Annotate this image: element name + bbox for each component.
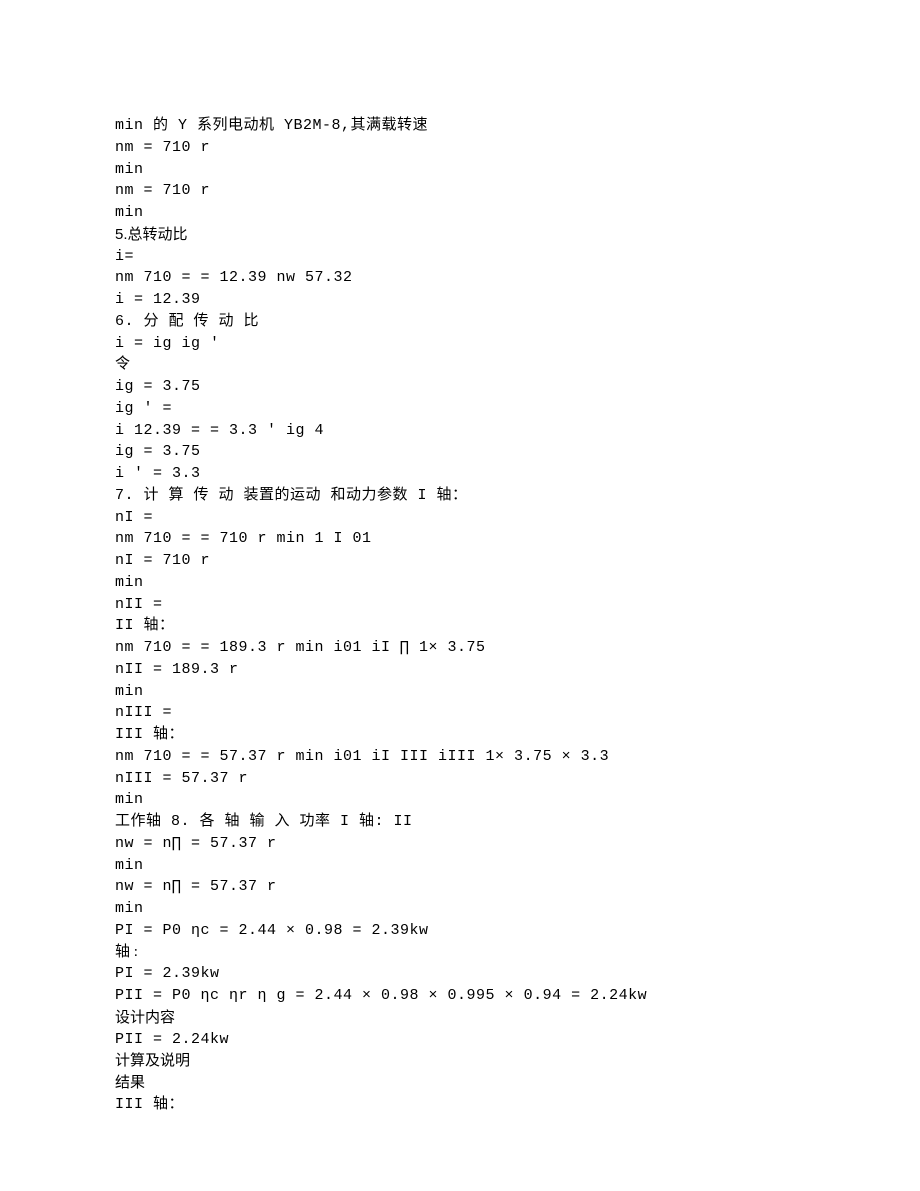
text-line: II 轴： [115,615,805,637]
text-line: nIII = [115,702,805,724]
text-line: PII = P0 ηc ηr η g = 2.44 × 0.98 × 0.995… [115,985,805,1007]
text-line: i ' = 3.3 [115,463,805,485]
text-line: ig = 3.75 [115,441,805,463]
text-line: nm 710 = = 710 r min 1 I 01 [115,528,805,550]
text-line: nm 710 = = 189.3 r min i01 iI ∏ 1× 3.75 [115,637,805,659]
document-body: min 的 Y 系列电动机 YB2M-8,其满载转速nm = 710 rminn… [115,115,805,1116]
text-line: PII = 2.24kw [115,1029,805,1051]
text-line: min [115,898,805,920]
text-line: nm = 710 r [115,137,805,159]
text-line: min [115,202,805,224]
text-line: min [115,572,805,594]
text-line: i = ig ig ' [115,333,805,355]
text-line: nw = n∏ = 57.37 r [115,833,805,855]
text-line: nm 710 = = 57.37 r min i01 iI III iIII 1… [115,746,805,768]
text-line: min [115,681,805,703]
text-line: nII = [115,594,805,616]
text-line: PI = 2.39kw [115,963,805,985]
text-line: nm 710 = = 12.39 nw 57.32 [115,267,805,289]
text-line: nI = 710 r [115,550,805,572]
text-line: i 12.39 = = 3.3 ' ig 4 [115,420,805,442]
text-line: min [115,855,805,877]
text-line: PI = P0 ηc = 2.44 × 0.98 = 2.39kw [115,920,805,942]
text-line: III 轴： [115,1094,805,1116]
text-line: nII = 189.3 r [115,659,805,681]
text-line: nI = [115,507,805,529]
text-line: i = 12.39 [115,289,805,311]
text-line: 设计内容 [115,1007,805,1029]
text-line: i= [115,246,805,268]
text-line: 轴 : [115,942,805,964]
text-line: nIII = 57.37 r [115,768,805,790]
text-line: 6. 分 配 传 动 比 [115,311,805,333]
text-line: 7. 计 算 传 动 装置的运动 和动力参数 I 轴： [115,485,805,507]
text-line: 计算及说明 [115,1050,805,1072]
text-line: min [115,159,805,181]
text-line: min [115,789,805,811]
text-line: min 的 Y 系列电动机 YB2M-8,其满载转速 [115,115,805,137]
text-line: 5.总转动比 [115,224,805,246]
text-line: 结果 [115,1072,805,1094]
text-line: ig = 3.75 [115,376,805,398]
text-line: 工作轴 8. 各 轴 输 入 功率 I 轴: II [115,811,805,833]
text-line: nw = n∏ = 57.37 r [115,876,805,898]
text-line: ig ' = [115,398,805,420]
text-line: nm = 710 r [115,180,805,202]
text-line: III 轴： [115,724,805,746]
text-line: 令 [115,354,805,376]
